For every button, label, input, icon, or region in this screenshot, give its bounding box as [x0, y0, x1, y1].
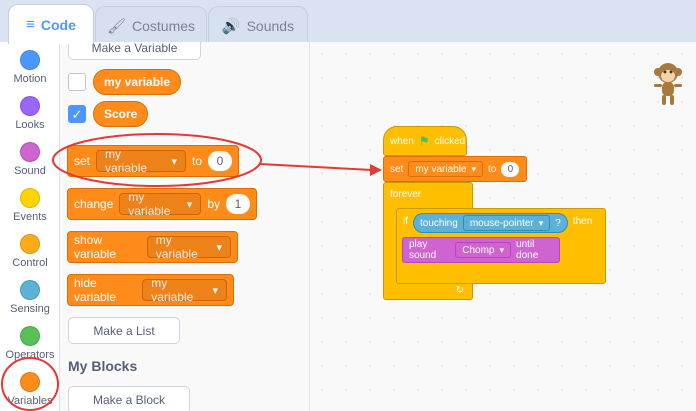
variables-dot-icon [20, 372, 40, 392]
category-label: Events [13, 211, 47, 223]
category-label: Motion [13, 73, 47, 85]
block-label: set [74, 154, 91, 168]
category-looks[interactable]: Looks [0, 92, 60, 138]
block-label: until done [516, 239, 539, 261]
block-label: hide variable [74, 276, 117, 304]
category-variables[interactable]: Variables [0, 368, 60, 411]
editor-tabs: ≡ Code 🖌 Costumes 🔊 Sounds [0, 0, 696, 44]
category-label: Sensing [10, 303, 50, 315]
tab-costumes[interactable]: 🖌 Costumes [95, 6, 207, 44]
block-label: then [572, 216, 593, 227]
block-label: set [390, 163, 404, 175]
monkey-sprite-icon [654, 63, 682, 105]
when-flag-clicked-block[interactable]: when ⚑ clicked [383, 126, 467, 156]
category-sensing[interactable]: Sensing [0, 276, 60, 322]
hide-variable-block[interactable]: hide variable my variable [67, 274, 234, 306]
category-label: Operators [5, 349, 55, 361]
block-label: to [488, 163, 497, 175]
control-dot-icon [20, 234, 40, 254]
tab-sounds-label: Sounds [246, 17, 295, 34]
category-sound[interactable]: Sound [0, 138, 60, 184]
variable-dropdown[interactable]: my variable [142, 276, 227, 304]
block-label: if [403, 216, 408, 227]
block-label: change [74, 197, 114, 211]
make-list-button[interactable]: Make a List [68, 317, 180, 344]
my-blocks-heading: My Blocks [68, 358, 138, 374]
variable-dropdown[interactable]: my variable [146, 233, 231, 261]
variable-dropdown[interactable]: my variable [96, 147, 186, 175]
make-variable-button[interactable]: Make a Variable [68, 42, 201, 60]
make-block-button[interactable]: Make a Block [68, 386, 190, 411]
block-label: ? [555, 217, 561, 229]
block-label: by [207, 197, 220, 211]
variable-dropdown[interactable]: my variable [408, 161, 484, 177]
set-variable-script-block[interactable]: set my variable to 0 [383, 156, 527, 182]
change-variable-block[interactable]: change my variable by 1 [67, 188, 257, 220]
block-label: clicked [434, 135, 466, 147]
touching-condition[interactable]: touching mouse-pointer ? [413, 213, 568, 233]
tab-costumes-label: Costumes [132, 17, 196, 34]
score-reporter[interactable]: Score [93, 101, 149, 127]
block-label: show variable [74, 233, 117, 261]
category-label: Variables [7, 395, 53, 407]
events-dot-icon [20, 188, 40, 208]
score-checkbox[interactable]: ✓ [68, 105, 86, 123]
block-label: play sound [409, 239, 437, 261]
block-label: to [191, 154, 202, 168]
code-icon: ≡ [26, 16, 35, 33]
value-input[interactable]: 0 [501, 161, 520, 177]
green-flag-icon: ⚑ [418, 134, 430, 148]
my-variable-reporter[interactable]: my variable [93, 69, 182, 95]
block-label: when [390, 135, 414, 147]
loop-arrow-icon: ↻ [455, 285, 464, 296]
motion-dot-icon [20, 50, 40, 70]
my-variable-checkbox[interactable] [68, 73, 86, 91]
speaker-icon: 🔊 [221, 17, 241, 35]
category-events[interactable]: Events [0, 184, 60, 230]
sensing-dot-icon [20, 280, 40, 300]
category-control[interactable]: Control [0, 230, 60, 276]
set-variable-block[interactable]: set my variable to 0 [67, 145, 239, 177]
script-workspace[interactable]: when ⚑ clicked set my variable to 0 fore… [310, 42, 696, 411]
block-palette: Make a Variable my variable ✓ Score set … [60, 42, 310, 411]
sound-dropdown[interactable]: Chomp [455, 242, 512, 258]
sound-dot-icon [20, 142, 40, 162]
block-label: forever [390, 189, 422, 200]
tab-code-label: Code [40, 16, 76, 33]
touching-target-dropdown[interactable]: mouse-pointer [462, 215, 551, 231]
category-label: Control [12, 257, 48, 269]
category-label: Looks [15, 119, 45, 131]
category-menu: Motion Looks Sound Events Control Sensin… [0, 42, 60, 411]
tab-sounds[interactable]: 🔊 Sounds [208, 6, 308, 44]
tab-code[interactable]: ≡ Code [8, 4, 94, 44]
value-input[interactable]: 1 [226, 194, 250, 214]
value-input[interactable]: 0 [208, 151, 232, 171]
category-operators[interactable]: Operators [0, 322, 60, 368]
operators-dot-icon [20, 326, 40, 346]
category-label: Sound [14, 165, 46, 177]
block-label: touching [420, 217, 458, 229]
looks-dot-icon [20, 96, 40, 116]
play-sound-until-done-block[interactable]: play sound Chomp until done [402, 237, 560, 263]
brush-icon: 🖌 [106, 17, 126, 35]
variable-dropdown[interactable]: my variable [119, 190, 202, 218]
checkmark-icon: ✓ [71, 107, 83, 122]
category-motion[interactable]: Motion [0, 46, 60, 92]
show-variable-block[interactable]: show variable my variable [67, 231, 238, 263]
